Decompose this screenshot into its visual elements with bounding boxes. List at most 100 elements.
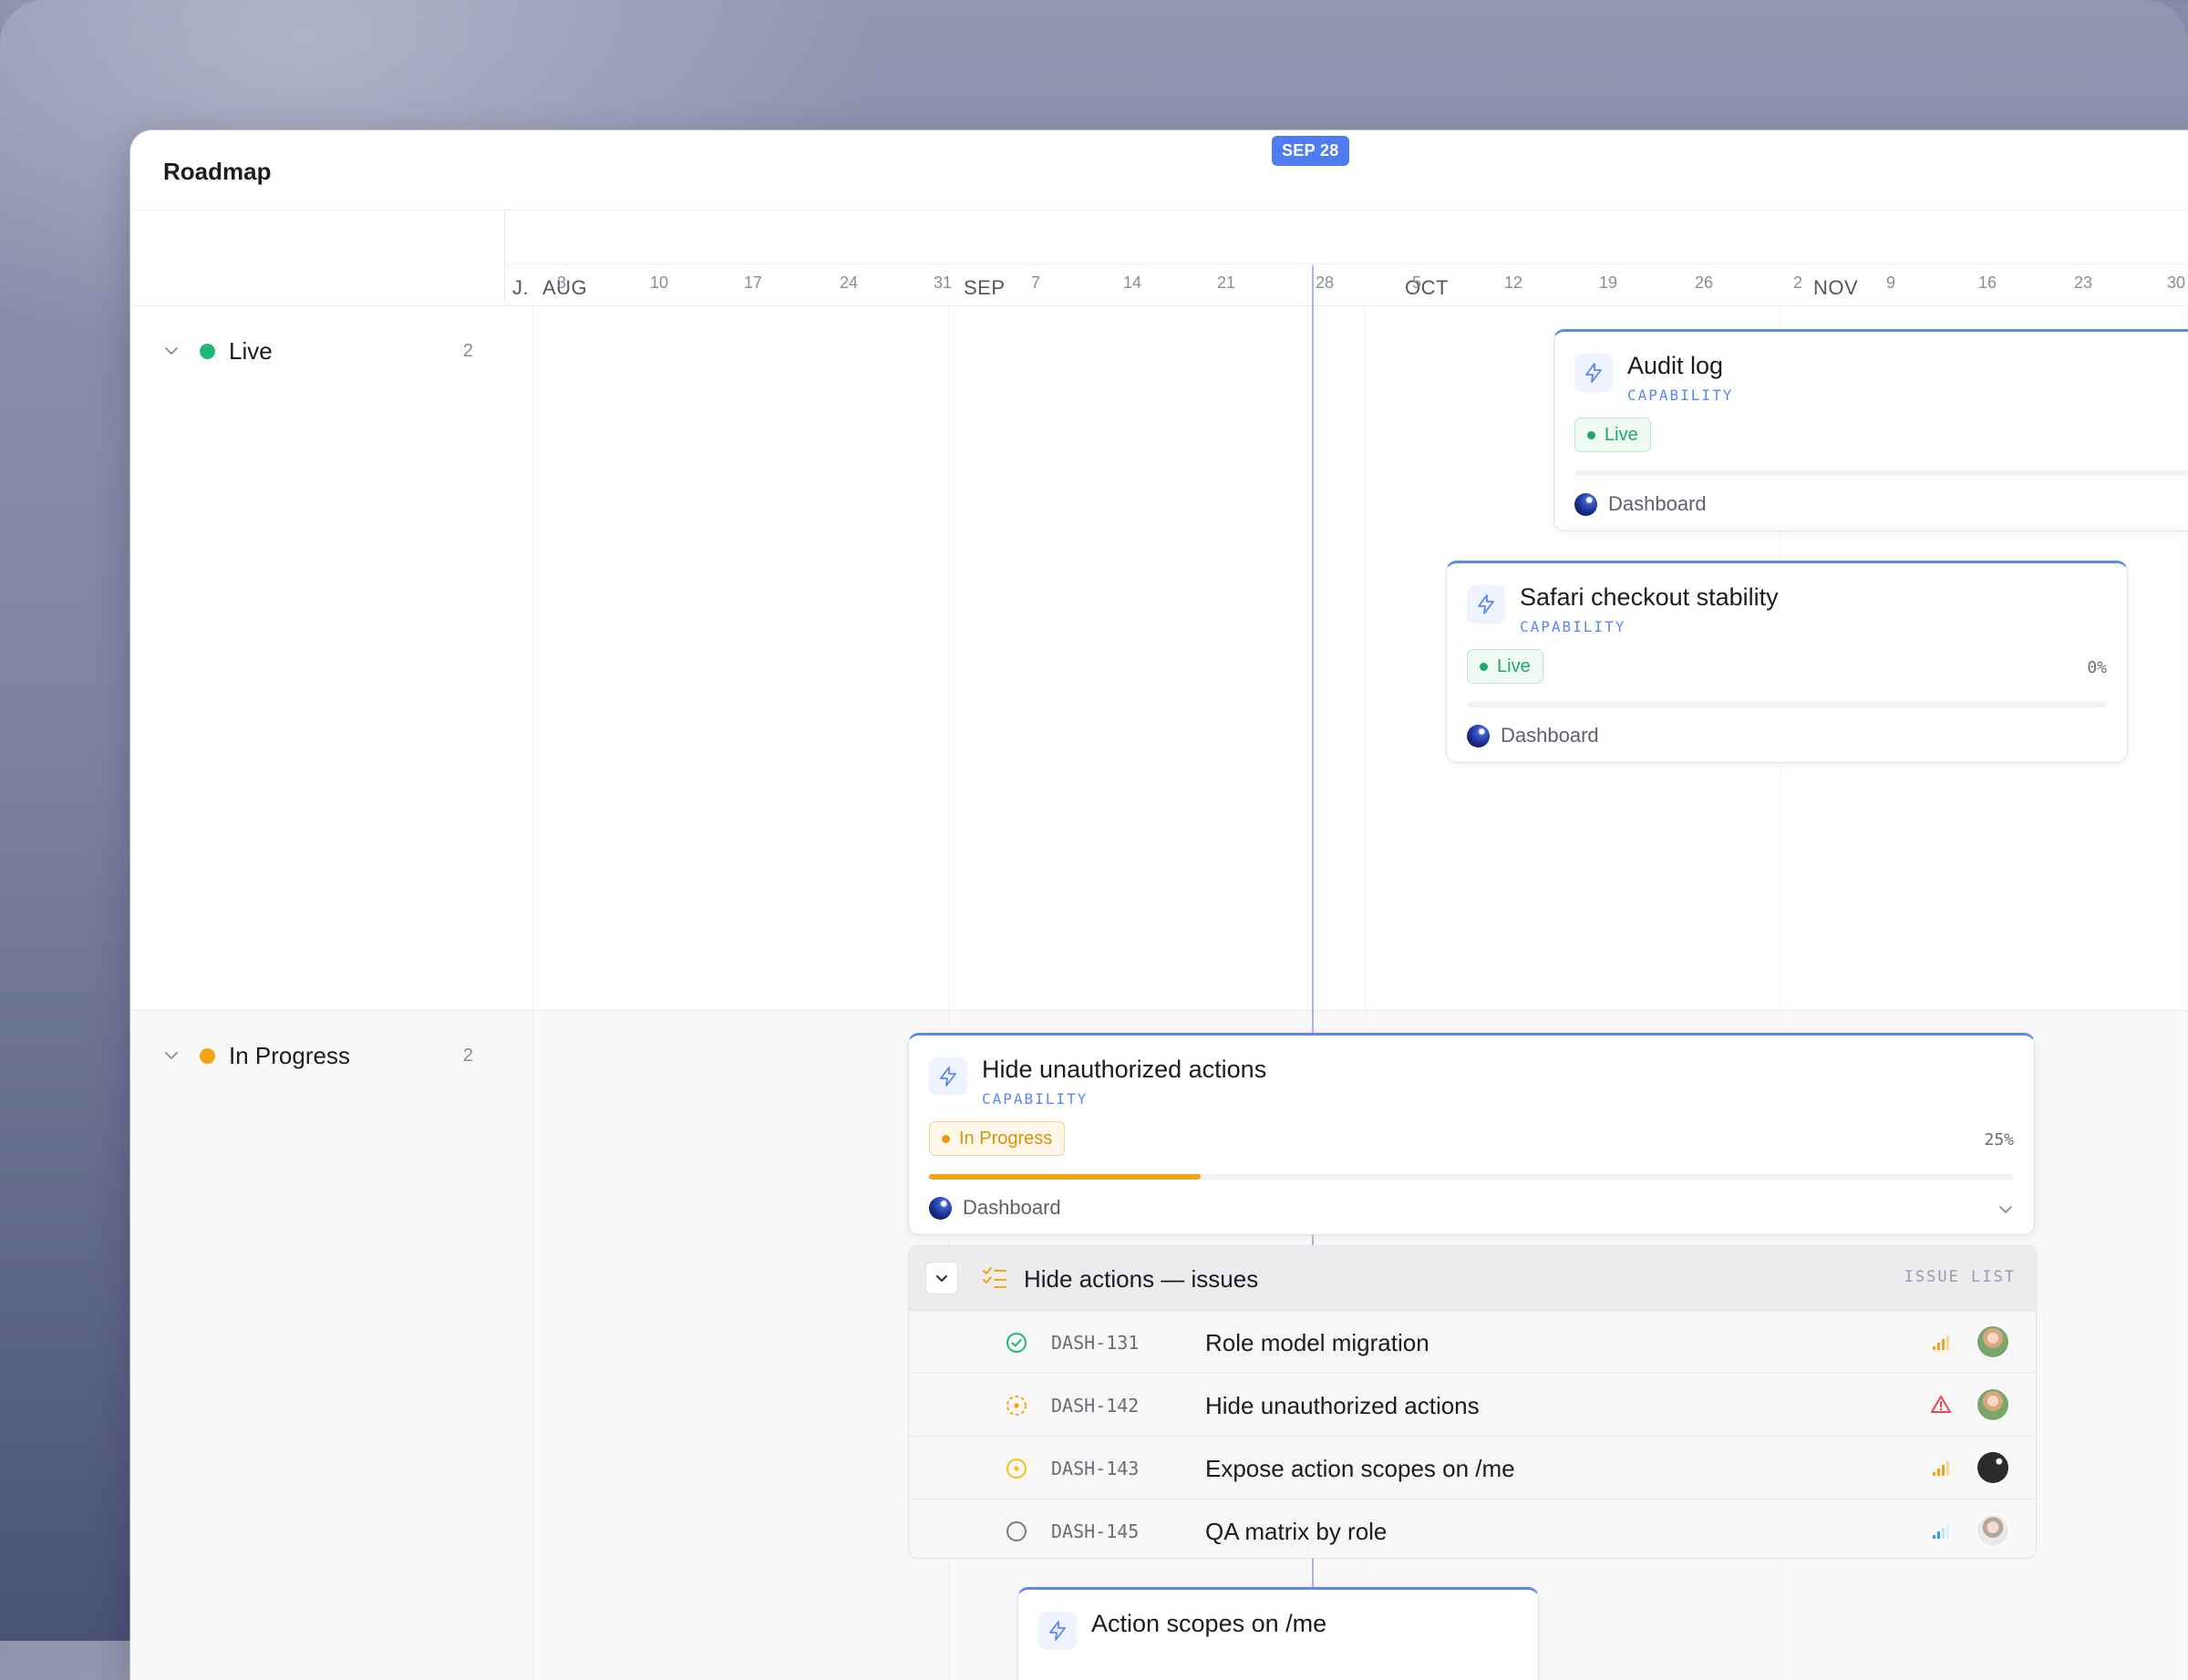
card-action-scopes[interactable]: Action scopes on /me <box>1017 1587 1539 1680</box>
card-type: CAPABILITY <box>1520 618 1626 635</box>
status-started-icon <box>1006 1458 1027 1479</box>
chevron-down-icon[interactable] <box>163 343 180 359</box>
lightning-icon <box>1049 1621 1066 1641</box>
project-name: Dashboard <box>1608 492 1707 515</box>
card-hide-unauthorized-actions[interactable]: Hide unauthorized actions CAPABILITY In … <box>908 1033 2035 1235</box>
card-title: Safari checkout stability <box>1520 583 1779 611</box>
day-tick: 12 <box>1503 273 1523 292</box>
card-title: Audit log <box>1627 352 1724 379</box>
assignee-avatar[interactable] <box>1976 1324 2010 1359</box>
project-tag: Dashboard <box>929 1196 1061 1220</box>
progress-fill <box>929 1174 1201 1180</box>
capability-icon-box <box>1574 354 1613 392</box>
lightning-icon <box>940 1067 956 1087</box>
issue-list-header: Hide actions — issues ISSUE LIST <box>909 1246 2036 1311</box>
project-avatar <box>1467 724 1490 747</box>
priority-medium-icon <box>1933 1335 1949 1350</box>
day-tick: 19 <box>1598 273 1618 292</box>
priority-urgent-icon <box>1931 1396 1951 1413</box>
issue-key: DASH-143 <box>1051 1458 1140 1479</box>
progress-track <box>929 1174 2014 1180</box>
priority-low-icon <box>1933 1524 1949 1539</box>
status-backlog-icon <box>1006 1521 1027 1541</box>
progress-track <box>1574 470 2188 476</box>
issue-row[interactable]: DASH-131 Role model migration <box>909 1311 2036 1374</box>
status-label: In Progress <box>959 1128 1053 1149</box>
lightning-icon <box>1478 594 1494 614</box>
status-dot <box>200 1047 215 1064</box>
assignee-avatar[interactable] <box>1976 1387 2010 1422</box>
issue-list-panel: Hide actions — issues ISSUE LIST DASH-13… <box>908 1245 2037 1559</box>
priority-medium-icon <box>1933 1461 1949 1476</box>
status-badge: In Progress <box>929 1121 1066 1156</box>
issue-title: Hide unauthorized actions <box>1205 1392 1480 1419</box>
day-tick: 16 <box>1977 273 1997 292</box>
assignee-avatar[interactable] <box>1976 1450 2010 1485</box>
issue-key: DASH-142 <box>1051 1395 1140 1417</box>
project-name: Dashboard <box>1501 724 1599 747</box>
day-tick: 24 <box>839 273 859 292</box>
chevron-down-icon[interactable] <box>1997 1201 2014 1218</box>
issue-title: Role model migration <box>1205 1329 1429 1356</box>
day-tick: 26 <box>1694 273 1714 292</box>
project-tag: Dashboard <box>1467 724 1599 747</box>
progress-percent: 25% <box>1984 1130 2014 1149</box>
issue-row[interactable]: DASH-143 Expose action scopes on /me <box>909 1437 2036 1500</box>
issue-title: QA matrix by role <box>1205 1518 1388 1545</box>
card-title: Hide unauthorized actions <box>982 1056 1267 1083</box>
status-label: Live <box>1497 655 1531 676</box>
day-tick: 30 <box>2166 273 2186 292</box>
group-count: 2 <box>462 340 473 361</box>
issue-row[interactable]: DASH-142 Hide unauthorized actions <box>909 1374 2036 1437</box>
day-tick: 17 <box>743 273 763 292</box>
issue-list-title: Hide actions — issues <box>1024 1265 1259 1293</box>
status-badge: Live <box>1574 417 1651 452</box>
project-avatar <box>929 1196 952 1220</box>
day-tick: 23 <box>2073 273 2093 292</box>
issue-title: Expose action scopes on /me <box>1205 1455 1515 1482</box>
status-label: Live <box>1605 424 1638 445</box>
group-count: 2 <box>462 1045 473 1066</box>
capability-icon-box <box>929 1057 967 1096</box>
day-tick: 14 <box>1122 273 1142 292</box>
progress-percent: 0% <box>2087 658 2107 677</box>
collapse-toggle-button[interactable] <box>925 1262 958 1294</box>
issue-row[interactable]: DASH-145 QA matrix by role <box>909 1500 2036 1558</box>
timeline-header: J. AUG SEP OCT NOV D 3 10 17 24 31 7 14 … <box>505 211 2188 306</box>
chevron-down-icon <box>936 1275 947 1282</box>
issue-key: DASH-131 <box>1051 1332 1140 1354</box>
issue-key: DASH-145 <box>1051 1520 1140 1542</box>
card-type: CAPABILITY <box>1627 387 1734 404</box>
status-badge: Live <box>1467 649 1543 684</box>
day-tick: 2 <box>1792 273 1802 292</box>
project-tag: Dashboard <box>1574 492 1707 516</box>
issue-list-kind: ISSUE LIST <box>1904 1268 2016 1286</box>
progress-track <box>1467 702 2107 707</box>
card-safari-checkout-stability[interactable]: Safari checkout stability CAPABILITY Liv… <box>1446 561 2128 763</box>
capability-icon-box <box>1038 1612 1077 1650</box>
lightning-icon <box>1585 363 1602 383</box>
day-tick: 9 <box>1885 273 1895 292</box>
capability-icon-box <box>1467 585 1505 624</box>
status-done-icon <box>1006 1333 1027 1353</box>
chevron-down-icon[interactable] <box>163 1047 180 1064</box>
status-dot <box>1480 662 1488 671</box>
roadmap-window: Roadmap J. AUG SEP OCT NOV D 3 10 17 24 … <box>130 130 2188 1680</box>
today-marker: SEP 28 <box>1272 136 1349 166</box>
day-tick: 31 <box>933 273 953 292</box>
status-in-progress-icon <box>1006 1396 1027 1416</box>
card-audit-log[interactable]: Audit log CAPABILITY Live Dashboard <box>1553 329 2188 531</box>
day-tick: 10 <box>649 273 669 292</box>
day-tick: 3 <box>556 273 566 292</box>
group-header-live[interactable]: Live 2 <box>163 337 473 365</box>
page-title: Roadmap <box>163 158 272 185</box>
group-name: Live <box>229 336 273 365</box>
project-name: Dashboard <box>963 1196 1061 1219</box>
day-tick: 5 <box>1411 273 1421 292</box>
day-ticks: 3 10 17 24 31 7 14 21 28 5 12 19 26 2 9 … <box>505 263 2188 306</box>
project-avatar <box>1574 492 1597 516</box>
assignee-avatar[interactable] <box>1976 1513 2010 1548</box>
group-header-in-progress[interactable]: In Progress 2 <box>163 1042 473 1069</box>
title-bar: Roadmap <box>130 130 2188 211</box>
card-type: CAPABILITY <box>982 1090 1089 1108</box>
